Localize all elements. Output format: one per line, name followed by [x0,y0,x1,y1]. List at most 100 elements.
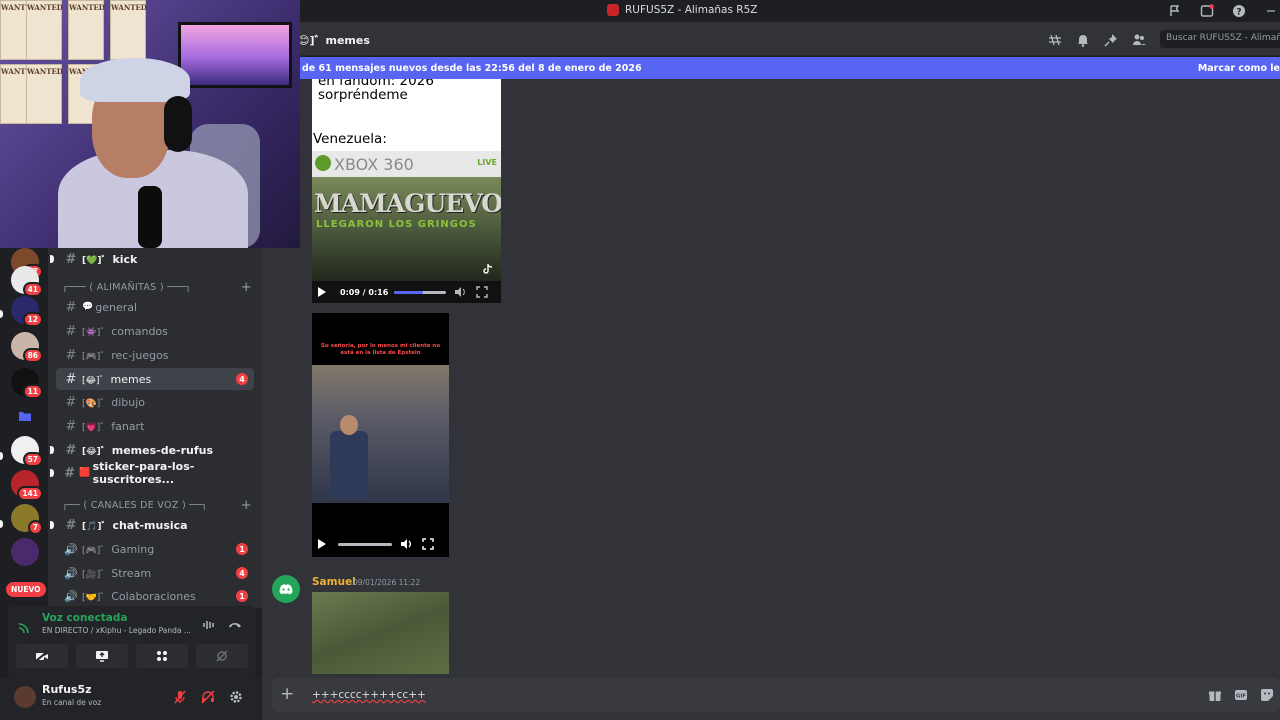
category-label: ┌─── ( ALIMAÑITAS ) ───┐ [62,282,192,293]
search-input[interactable]: Buscar RUFUS5Z - Alimañas R5Z [1160,30,1280,48]
hash-icon: # [65,251,77,267]
hash-icon: # [65,371,77,387]
unread-indicator [50,521,54,529]
fullscreen-icon[interactable] [422,538,434,550]
play-icon[interactable] [318,539,326,549]
members-icon[interactable] [1132,32,1146,51]
help-icon[interactable]: ? [1230,2,1248,20]
video-progress[interactable] [338,542,392,546]
category-alimanitas[interactable]: ┌─── ( ALIMAÑITAS ) ───┐ + [62,280,252,295]
gif-icon[interactable]: GIF [1234,687,1248,706]
message-draft[interactable]: +++cccc++++cc++ [312,689,426,701]
minimize-icon[interactable] [1262,2,1280,20]
message-list[interactable]: en fandom: 2026 sorpréndeme Venezuela: X… [262,79,1280,674]
gift-icon[interactable] [1208,687,1222,706]
flag-icon[interactable] [1166,2,1184,20]
image-frame [312,592,449,674]
channel-prefix: [👾]゛ [82,327,110,338]
server-icon[interactable]: 57 [11,436,43,467]
channel-chat-musica[interactable]: # [🎵]゛ chat-musica [50,514,254,536]
mute-icon[interactable] [170,687,190,707]
channel-sticker-para-los-suscritores[interactable]: # 🟥 sticker-para-los-suscritores... [50,460,254,486]
video-progress-fill [394,290,424,294]
message-timestamp: 09/01/2026 11:22 [353,578,421,587]
channel-memes[interactable]: # [😂]゛ memes 4 [56,368,254,390]
voice-status[interactable]: Voz conectada [42,612,128,624]
server-icon[interactable]: 41 [11,266,43,297]
add-channel-icon[interactable]: + [241,280,252,295]
unread-indicator [0,452,3,460]
activities-button[interactable] [136,644,188,668]
unread-indicator [0,310,3,318]
xbox-banner: XBOX 360 LIVE [312,151,501,177]
mention-badge: 1 [236,590,248,602]
speaker-icon: 🔊 [64,566,78,580]
new-messages-banner[interactable]: de 61 mensajes nuevos desde las 22:56 de… [298,57,1280,79]
image-attachment[interactable] [312,592,449,674]
add-channel-icon[interactable]: + [241,498,252,513]
screen-share-button[interactable] [76,644,128,668]
server-icon[interactable]: 11 [11,368,43,399]
server-list: 57 41 12 86 11 57 141 7 [0,248,48,608]
username[interactable]: Rufus5z [42,683,92,696]
voice-channel-stream[interactable]: 🔊 [🎥]゛ Stream 4 [56,562,254,584]
server-icon[interactable] [11,538,39,566]
channel-fanart[interactable]: # [💗]゛ fanart [56,415,254,437]
channel-prefix: 🟥 [79,468,91,478]
mark-as-read-button[interactable]: Marcar como le [1198,63,1280,74]
voice-panel: Voz conectada EN DIRECTO / xKiphu - Lega… [8,606,256,678]
disconnect-icon[interactable] [228,616,242,635]
add-attachment-icon[interactable]: + [280,684,294,704]
channel-comandos[interactable]: # [👾]゛ comandos [56,320,254,342]
volume-icon[interactable] [454,287,466,297]
folder-icon[interactable] [11,402,39,430]
soundboard-button[interactable] [196,644,248,668]
voice-channel-colaboraciones[interactable]: 🔊 [🤝]゛ Colaboraciones 1 [56,585,254,607]
banner-text[interactable]: de 61 mensajes nuevos desde las 22:56 de… [302,63,642,74]
chat-header: 😊]゛memes Buscar RUFUS5Z - Alimañas R5Z [298,22,1280,56]
fullscreen-icon[interactable] [476,286,488,298]
unread-indicator [0,520,3,528]
video-frame [312,365,449,503]
new-servers-pill[interactable]: NUEVO [6,582,46,597]
message-author[interactable]: Samuel [312,576,356,588]
category-label: ┌── ( CANALES DE VOZ ) ──┐ [62,500,208,511]
channel-memes-de-rufus[interactable]: # [😂]゛ memes-de-rufus [50,439,254,461]
volume-icon[interactable] [400,538,414,550]
server-icon[interactable]: 7 [11,504,43,535]
voice-channel-gaming[interactable]: 🔊 [🎮]゛ Gaming 1 [56,538,254,560]
sticker-icon[interactable] [1260,687,1274,706]
bell-icon[interactable] [1076,32,1090,51]
video-attachment[interactable]: Su señoría, por lo menos mi cliente no e… [312,313,449,557]
tiktok-icon [483,263,493,274]
voice-detail[interactable]: EN DIRECTO / xKiphu - Legado Panda ... [42,626,191,635]
channel-dibujo[interactable]: # [🎨]゛ dibujo [56,391,254,413]
channel-rec-juegos[interactable]: # [🎮]゛ rec-juegos [56,344,254,366]
settings-gear-icon[interactable] [226,687,246,707]
camera-off-button[interactable] [16,644,68,668]
noise-suppression-icon[interactable] [202,616,216,635]
game-title: MAMAGUEVO [314,189,501,218]
xbox-logo-icon [315,155,331,171]
video-attachment[interactable]: en fandom: 2026 sorpréndeme Venezuela: X… [312,79,501,303]
channel-label: memes [110,372,152,386]
server-icon[interactable]: 86 [11,332,43,363]
channel-kick[interactable]: # [💚]゛ kick [50,248,254,270]
pin-icon[interactable] [1104,32,1118,51]
video-caption: Su señoría, por lo menos mi cliente no e… [316,343,445,357]
avatar[interactable] [272,575,300,603]
inbox-icon[interactable] [1198,2,1216,20]
avatar[interactable] [14,686,36,708]
channel-label: comandos [111,324,168,338]
channel-label: Colaboraciones [111,589,196,603]
server-icon[interactable]: 141 [11,470,43,501]
message-input[interactable]: + +++cccc++++cc++ GIF [272,678,1280,712]
channel-prefix: [🎵]゛ [82,521,111,532]
video-progress[interactable] [394,290,447,294]
threads-icon[interactable] [1048,32,1062,51]
deafen-icon[interactable] [198,687,218,707]
server-icon[interactable]: 12 [11,296,43,327]
category-canales-de-voz[interactable]: ┌── ( CANALES DE VOZ ) ──┐ + [62,498,252,513]
play-icon[interactable] [318,287,326,297]
channel-general[interactable]: # 💬 general [56,296,254,318]
